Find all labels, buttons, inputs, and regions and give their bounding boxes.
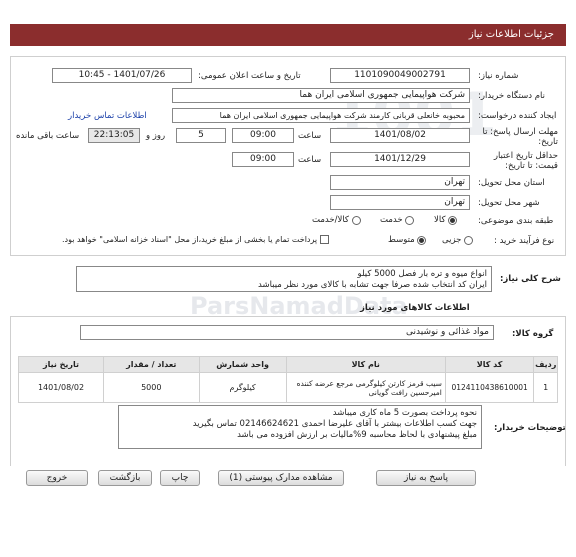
print-button[interactable]: چاپ xyxy=(160,470,200,486)
col-code: کد کالا xyxy=(444,356,535,373)
goods-section-title: اطلاعات کالاهای مورد نیاز xyxy=(360,303,470,313)
buyer-notes-label: توضیحات خریدار: xyxy=(494,423,566,433)
province-field: تهران xyxy=(330,175,470,190)
buyer-notes-line-1: نحوه پرداخت بصورت 5 ماه کاری میباشد xyxy=(332,408,477,418)
cell-code: 0124110438610001 xyxy=(444,372,535,403)
remaining-time-field: 22:13:05 xyxy=(88,128,140,143)
deadline-time-field: 09:00 xyxy=(232,128,294,143)
announce-label: تاریخ و ساعت اعلان عمومی: xyxy=(198,71,301,81)
table-header-row: ردیف کد کالا نام کالا واحد شمارش تعداد /… xyxy=(18,356,558,373)
creator-label: ایجاد کننده درخواست: xyxy=(478,111,557,121)
validity-time-label: ساعت xyxy=(298,155,322,165)
buyer-contact-link[interactable]: اطلاعات تماس خریدار xyxy=(68,111,147,121)
province-label: استان محل تحویل: xyxy=(478,178,545,188)
cell-qty: 5000 xyxy=(102,372,200,403)
category-label: طبقه بندی موضوعی: xyxy=(478,216,554,226)
validity-time-field: 09:00 xyxy=(232,152,294,167)
page-title: جزئیات اطلاعات نیاز xyxy=(10,24,566,46)
summary-line-1: انواع میوه و تره بار فصل 5000 کیلو xyxy=(357,269,487,279)
col-date: تاریخ نیاز xyxy=(18,356,104,373)
back-button[interactable]: بازگشت xyxy=(98,470,152,486)
radio-icon[interactable] xyxy=(405,215,415,225)
need-number-label: شماره نیاز: xyxy=(478,71,519,81)
cell-unit: کیلوگرم xyxy=(198,372,287,403)
validity-label: حداقل تاریخ اعتبار قیمت: تا تاریخ: xyxy=(493,151,558,171)
deadline-date-field: 1401/08/02 xyxy=(330,128,470,143)
checkbox-icon[interactable] xyxy=(319,235,329,244)
reply-button[interactable]: پاسخ به نیاز xyxy=(376,470,476,486)
days-field: 5 xyxy=(176,128,226,143)
payment-note[interactable]: پرداخت تمام یا بخشی از مبلغ خرید،از محل … xyxy=(62,235,329,244)
deadline-label: مهلت ارسال پاسخ: تا تاریخ: xyxy=(482,127,558,147)
summary-box: انواع میوه و تره بار فصل 5000 کیلو ایران… xyxy=(76,266,492,292)
buyer-field: شرکت هواپیمایی جمهوری اسلامی ایران هما xyxy=(172,88,470,103)
goods-group-label: گروه کالا: xyxy=(512,329,554,339)
cell-date: 1401/08/02 xyxy=(18,372,104,403)
radio-icon[interactable] xyxy=(464,235,474,245)
buyer-notes-line-2: جهت کسب اطلاعات بیشتر با آقای علیرضا احم… xyxy=(192,419,477,429)
days-label: روز و xyxy=(146,131,166,141)
buyer-notes-line-3: مبلغ پیشنهادی با لحاظ محاسبه 9%مالیات بر… xyxy=(237,430,477,440)
goods-table: ردیف کد کالا نام کالا واحد شمارش تعداد /… xyxy=(18,356,558,403)
category-option-service[interactable]: خدمت xyxy=(380,215,415,226)
cell-name: سیب قرمز کارتن کیلوگرمی مرجع عرضه کننده … xyxy=(285,372,446,403)
buyer-label: نام دستگاه خریدار: xyxy=(478,91,545,101)
summary-line-2: ایران کد انتخاب شده صرفا جهت تشابه با کا… xyxy=(257,280,487,290)
category-option-goods[interactable]: کالا xyxy=(434,215,458,226)
process-label: نوع فرآیند خرید : xyxy=(494,236,555,246)
col-name: نام کالا xyxy=(285,356,446,373)
remaining-label: ساعت باقی مانده xyxy=(16,131,80,141)
table-row: 1 0124110438610001 سیب قرمز کارتن کیلوگر… xyxy=(18,372,558,403)
city-field: تهران xyxy=(330,195,470,210)
goods-group-field: مواد غذائی و نوشیدنی xyxy=(80,325,494,340)
exit-button[interactable]: خروج xyxy=(26,470,88,486)
radio-selected-icon[interactable] xyxy=(448,215,458,225)
summary-label: شرح کلی نیاز: xyxy=(500,274,561,284)
radio-icon[interactable] xyxy=(351,215,361,225)
attachments-button[interactable]: مشاهده مدارک پیوستی (1) xyxy=(218,470,344,486)
need-number-field: 1101090049002791 xyxy=(330,68,470,83)
deadline-time-label: ساعت xyxy=(298,131,322,141)
city-label: شهر محل تحویل: xyxy=(478,198,540,208)
creator-field: محبوبه خانعلی قربانی کارمند شرکت هواپیما… xyxy=(172,108,470,123)
process-option-medium[interactable]: متوسط xyxy=(388,235,427,246)
col-row: ردیف xyxy=(533,356,558,373)
radio-selected-icon[interactable] xyxy=(417,235,427,245)
cell-row: 1 xyxy=(533,372,558,403)
col-unit: واحد شمارش xyxy=(198,356,287,373)
buyer-notes-box: نحوه پرداخت بصورت 5 ماه کاری میباشد جهت … xyxy=(118,405,482,449)
validity-date-field: 1401/12/29 xyxy=(330,152,470,167)
process-option-minor[interactable]: جزیی xyxy=(442,235,474,246)
category-option-goods-service[interactable]: کالا/خدمت xyxy=(312,215,361,226)
announce-field: 1401/07/26 - 10:45 xyxy=(52,68,192,83)
col-qty: تعداد / مقدار xyxy=(102,356,200,373)
